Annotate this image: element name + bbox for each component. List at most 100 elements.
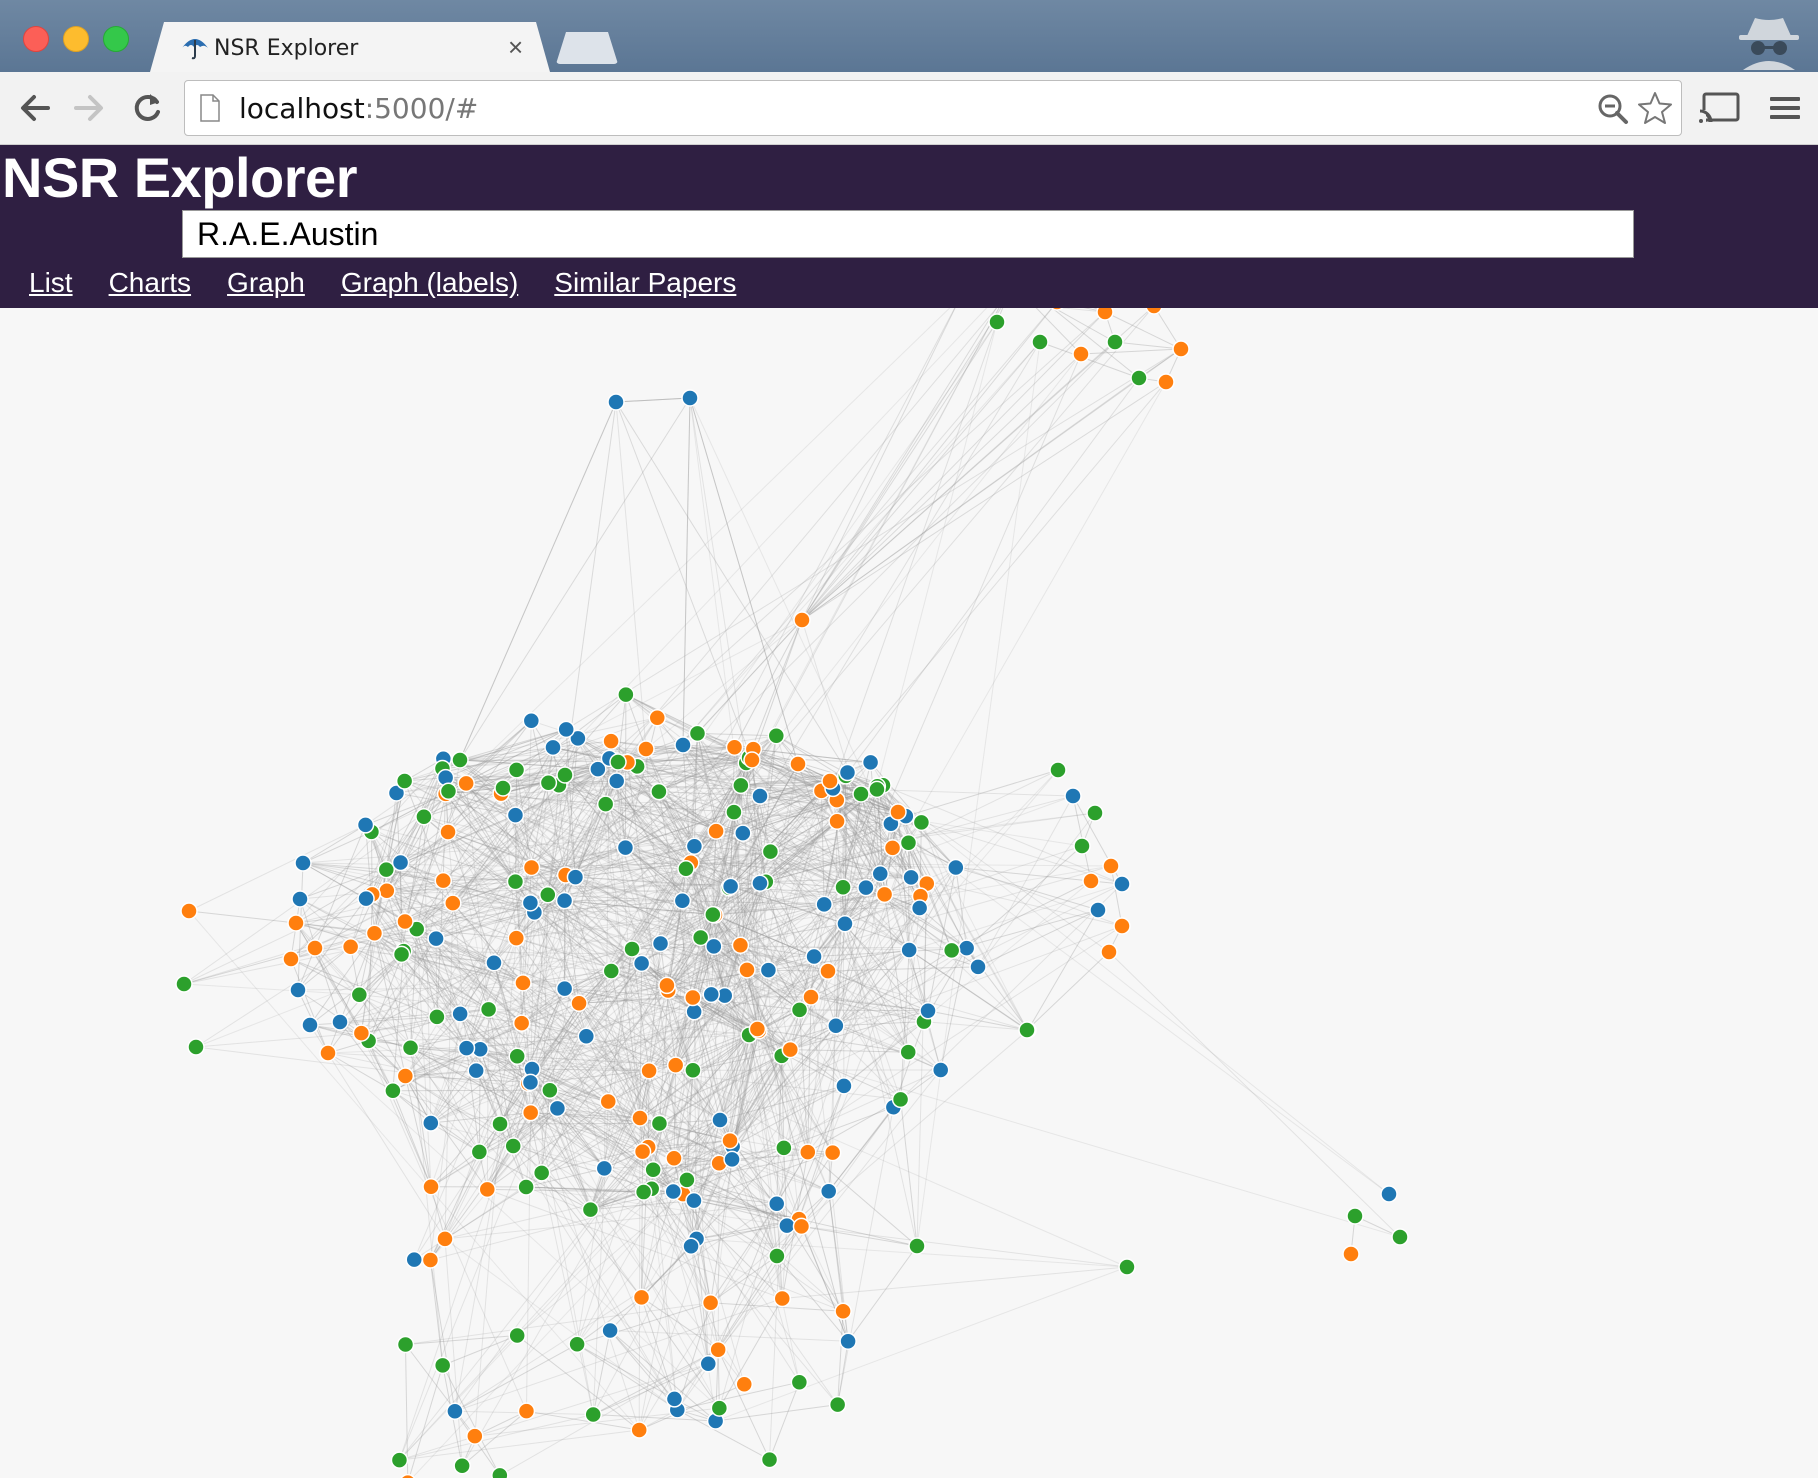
graph-node-blue[interactable] (751, 787, 769, 805)
graph-node-orange[interactable] (743, 751, 761, 769)
coauthor-graph[interactable] (0, 308, 1818, 1478)
graph-node-green[interactable] (650, 1114, 669, 1133)
graph-node-orange[interactable] (514, 974, 532, 992)
graph-node-orange[interactable] (378, 882, 396, 900)
graph-node-green[interactable] (390, 1451, 409, 1469)
graph-node-green[interactable] (1106, 333, 1124, 351)
graph-node-orange[interactable] (319, 1044, 337, 1062)
graph-node-orange[interactable] (721, 1131, 739, 1150)
graph-node-blue[interactable] (838, 763, 857, 782)
graph-node-blue[interactable] (835, 1077, 853, 1095)
nav-link-charts[interactable]: Charts (109, 267, 191, 299)
graph-node-blue[interactable] (422, 1114, 440, 1132)
graph-node-orange[interactable] (599, 1092, 618, 1111)
zoom-icon[interactable] (1595, 91, 1631, 125)
graph-node-green[interactable] (768, 1247, 786, 1265)
graph-node-green[interactable] (491, 1115, 509, 1133)
graph-node-blue[interactable] (301, 1016, 319, 1034)
graph-node-green[interactable] (725, 803, 743, 821)
nav-link-similar-papers[interactable]: Similar Papers (554, 267, 736, 299)
graph-node-orange[interactable] (306, 939, 324, 957)
graph-node-orange[interactable] (823, 1143, 842, 1162)
graph-node-orange[interactable] (396, 912, 414, 931)
graph-node-blue[interactable] (356, 816, 375, 834)
graph-node-green[interactable] (988, 313, 1006, 331)
close-window-icon[interactable] (23, 26, 49, 52)
graph-node-blue[interactable] (900, 941, 918, 959)
graph-node-green[interactable] (684, 1061, 702, 1080)
graph-node-orange[interactable] (1072, 345, 1090, 363)
back-icon[interactable] (16, 90, 54, 126)
menu-icon[interactable] (1766, 90, 1804, 126)
graph-node-orange[interactable] (725, 738, 744, 756)
graph-node-blue[interactable] (521, 1073, 540, 1092)
graph-node-green[interactable] (532, 1164, 551, 1182)
cast-icon[interactable] (1698, 90, 1742, 126)
graph-node-blue[interactable] (857, 878, 875, 897)
graph-node-orange[interactable] (439, 823, 457, 841)
graph-node-blue[interactable] (705, 937, 723, 956)
graph-node-green[interactable] (677, 860, 695, 878)
graph-node-orange[interactable] (602, 732, 620, 750)
graph-node-orange[interactable] (630, 1421, 648, 1439)
graph-node-orange[interactable] (684, 988, 702, 1007)
graph-node-green[interactable] (395, 772, 414, 790)
graph-node-blue[interactable] (331, 1013, 349, 1031)
graph-node-green[interactable] (732, 776, 750, 795)
bookmark-star-icon[interactable] (1637, 91, 1673, 125)
graph-node-blue[interactable] (555, 891, 574, 910)
graph-node-orange[interactable] (282, 950, 300, 968)
graph-node-blue[interactable] (685, 1003, 703, 1021)
graph-node-green[interactable] (506, 872, 525, 891)
graph-node-blue[interactable] (522, 712, 541, 730)
graph-node-green[interactable] (767, 726, 786, 745)
browser-tab[interactable]: NSR Explorer × (150, 22, 550, 72)
graph-node-blue[interactable] (427, 929, 445, 948)
graph-node-green[interactable] (596, 795, 615, 813)
graph-node-blue[interactable] (446, 1402, 464, 1421)
graph-node-orange[interactable] (400, 1473, 416, 1478)
graph-node-green[interactable] (508, 1326, 526, 1345)
graph-node-green[interactable] (175, 975, 193, 993)
graph-node-blue[interactable] (485, 954, 503, 972)
graph-node-green[interactable] (350, 986, 369, 1004)
graph-node-orange[interactable] (834, 1302, 852, 1321)
graph-node-orange[interactable] (828, 812, 846, 831)
author-search-input[interactable] (182, 210, 1634, 258)
graph-node-blue[interactable] (902, 868, 920, 887)
graph-node-orange[interactable] (735, 1375, 754, 1393)
graph-node-blue[interactable] (702, 985, 721, 1004)
graph-node-blue[interactable] (291, 890, 309, 908)
graph-node-orange[interactable] (821, 772, 839, 790)
graph-node-orange[interactable] (478, 1180, 497, 1199)
graph-node-orange[interactable] (1157, 373, 1175, 391)
graph-node-blue[interactable] (294, 854, 312, 872)
graph-node-blue[interactable] (1380, 1185, 1398, 1203)
graph-node-orange[interactable] (352, 1024, 371, 1042)
graph-node-green[interactable] (688, 724, 707, 743)
graph-node-green[interactable] (760, 1450, 779, 1469)
graph-node-blue[interactable] (616, 838, 635, 857)
graph-node-blue[interactable] (947, 858, 965, 877)
graph-node-green[interactable] (644, 1161, 662, 1179)
graph-node-green[interactable] (415, 808, 433, 826)
graph-node-orange[interactable] (434, 871, 453, 890)
graph-node-blue[interactable] (506, 806, 525, 824)
graph-node-blue[interactable] (721, 877, 740, 896)
graph-node-green[interactable] (828, 1395, 847, 1414)
graph-node-orange[interactable] (1113, 917, 1131, 935)
graph-node-orange[interactable] (180, 902, 198, 920)
graph-node-orange[interactable] (819, 962, 837, 980)
graph-node-green[interactable] (609, 753, 627, 771)
graph-node-orange[interactable] (1172, 340, 1190, 358)
graph-node-blue[interactable] (391, 853, 410, 872)
graph-node-green[interactable] (678, 1171, 696, 1189)
graph-node-blue[interactable] (931, 1061, 950, 1079)
graph-node-orange[interactable] (889, 803, 907, 821)
graph-node-green[interactable] (396, 1335, 415, 1354)
graph-node-orange[interactable] (341, 937, 360, 956)
graph-node-green[interactable] (1391, 1228, 1409, 1246)
graph-node-green[interactable] (1018, 1021, 1036, 1039)
graph-node-blue[interactable] (871, 865, 890, 883)
graph-node-green[interactable] (634, 1183, 653, 1201)
